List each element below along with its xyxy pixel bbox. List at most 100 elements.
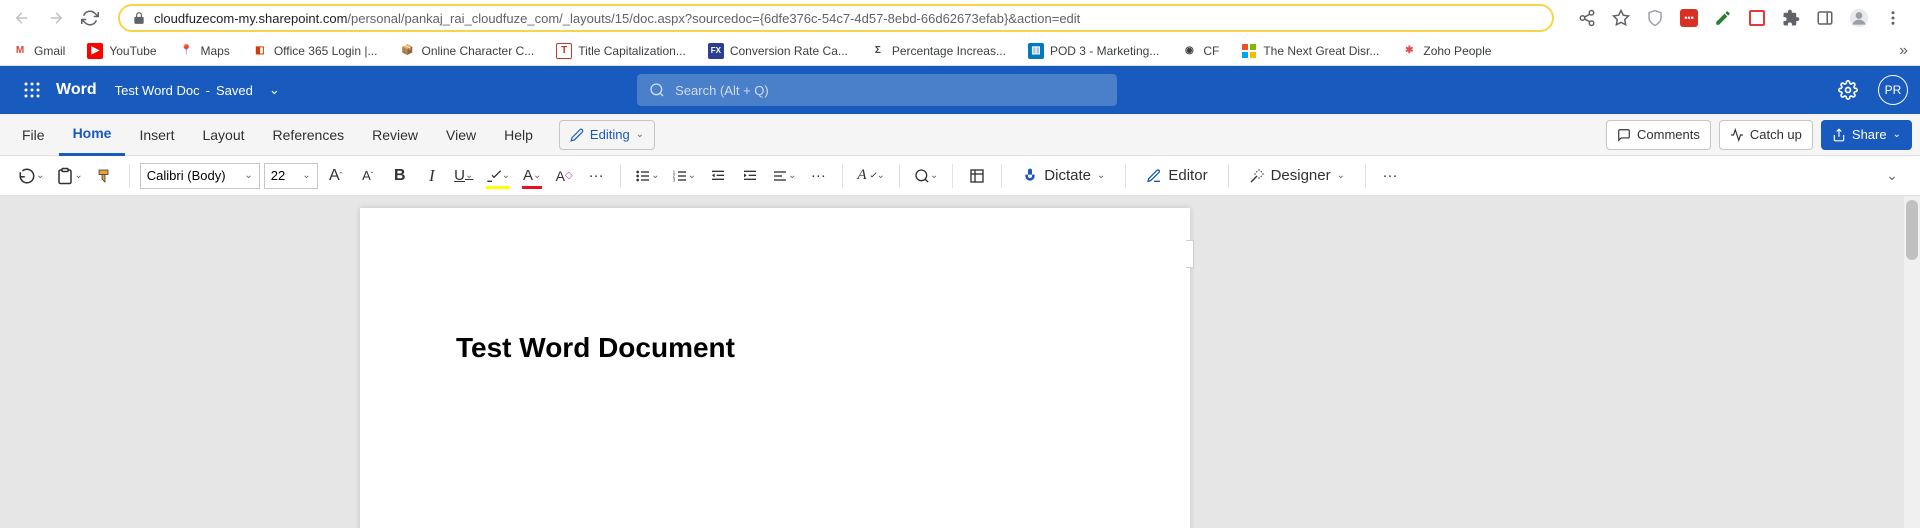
box-icon: 📦 [399,43,415,59]
bold-button[interactable]: B [386,161,414,191]
tab-view[interactable]: View [432,114,490,156]
settings-icon[interactable] [1832,74,1864,106]
chevron-down-icon: ⌄ [1893,129,1901,140]
dictate-button[interactable]: Dictate⌄ [1012,161,1115,191]
paste-button[interactable]: ⌄ [52,161,86,191]
extensions-icon[interactable] [1780,7,1802,29]
bookmark-conversion[interactable]: FXConversion Rate Ca... [708,43,848,59]
page-tab-handle[interactable] [1186,240,1194,268]
gmail-icon: M [12,43,28,59]
lock-icon [132,11,146,25]
align-button[interactable]: ⌄ [768,161,800,191]
tab-help[interactable]: Help [490,114,547,156]
bookmark-charactercount[interactable]: 📦 Online Character C... [399,43,534,59]
bookmark-label: Percentage Increas... [892,44,1006,58]
maps-icon: 📍 [179,43,195,59]
sidepanel-icon[interactable] [1814,7,1836,29]
underline-button[interactable]: U⌄ [450,161,478,191]
address-bar[interactable]: cloudfuzecom-my.sharepoint.com/personal/… [118,4,1554,32]
font-color-button[interactable]: A⌄ [518,161,546,191]
scrollbar-thumb[interactable] [1906,200,1918,260]
tab-home[interactable]: Home [59,114,126,156]
document-page[interactable]: Test Word Document [360,208,1190,528]
tab-file[interactable]: File [8,114,59,156]
bookmark-cf[interactable]: ◉ CF [1181,43,1219,59]
editing-mode-button[interactable]: Editing ⌄ [559,120,655,150]
bookmark-label: Online Character C... [421,44,534,58]
comments-button[interactable]: Comments [1606,120,1711,150]
separator [842,164,843,188]
share-button[interactable]: Share ⌄ [1821,120,1912,150]
grow-font-button[interactable]: Aˆ [322,161,350,191]
bookmark-percentage[interactable]: ΣPercentage Increas... [870,43,1006,59]
bookmark-titlecap[interactable]: TTitle Capitalization... [556,43,686,59]
catchup-button[interactable]: Catch up [1719,120,1813,150]
t-icon: T [556,43,572,59]
separator [952,164,953,188]
bookmark-label: CF [1203,44,1219,58]
more-commands-button[interactable]: ··· [1376,161,1404,191]
forward-button[interactable] [42,4,70,32]
separator [129,164,130,188]
cf-icon: ◉ [1181,43,1197,59]
avatar[interactable]: PR [1878,75,1908,105]
reload-button[interactable] [76,4,104,32]
youtube-icon: ▶ [87,43,103,59]
numbering-button[interactable]: 123⌄ [668,161,700,191]
bookmark-zoho[interactable]: ✱Zoho People [1401,43,1491,59]
shield-icon[interactable] [1644,7,1666,29]
profile-icon[interactable] [1848,7,1870,29]
vertical-scrollbar[interactable] [1904,196,1920,528]
more-font-button[interactable]: ··· [582,161,610,191]
ribbon-tabs: File Home Insert Layout References Revie… [0,114,1920,156]
app-launcher[interactable] [12,70,52,110]
separator [1125,164,1126,188]
editor-button[interactable]: Editor [1136,161,1217,191]
bookmarks-overflow[interactable]: » [1899,42,1908,60]
bullets-button[interactable]: ⌄ [631,161,663,191]
bookmark-youtube[interactable]: ▶YouTube [87,43,156,59]
styles-button[interactable]: A⌄ [853,161,889,191]
table-button[interactable] [963,161,991,191]
tab-review[interactable]: Review [358,114,432,156]
bookmark-office365[interactable]: ◧Office 365 Login |... [252,43,378,59]
separator [899,164,900,188]
menu-icon[interactable] [1882,7,1904,29]
url-text: cloudfuzecom-my.sharepoint.com/personal/… [154,11,1540,26]
tab-references[interactable]: References [259,114,359,156]
bookmark-nextgreat[interactable]: The Next Great Disr... [1241,43,1379,59]
tab-insert[interactable]: Insert [125,114,188,156]
increase-indent-button[interactable] [736,161,764,191]
ribbon-toolbar: ⌄ ⌄ Calibri (Body)⌄ 22⌄ Aˆ Aˇ B I U⌄ ⌄ A… [0,156,1920,196]
collapse-ribbon-button[interactable]: ⌄ [1878,161,1906,191]
back-button[interactable] [8,4,36,32]
fx-icon: FX [708,43,724,59]
font-name-select[interactable]: Calibri (Body)⌄ [140,163,260,189]
bookmark-maps[interactable]: 📍Maps [179,43,230,59]
app-name[interactable]: Word [56,81,97,99]
star-icon[interactable] [1610,7,1632,29]
shrink-font-button[interactable]: Aˇ [354,161,382,191]
clear-formatting-button[interactable]: A◇ [550,161,578,191]
tab-layout[interactable]: Layout [188,114,258,156]
italic-button[interactable]: I [418,161,446,191]
undo-button[interactable]: ⌄ [14,161,48,191]
ext-pen-icon[interactable] [1712,7,1734,29]
doc-title-group[interactable]: Test Word Doc - Saved ⌄ [115,82,280,98]
more-paragraph-button[interactable]: ··· [804,161,832,191]
find-button[interactable]: ⌄ [910,161,942,191]
search-box[interactable]: Search (Alt + Q) [637,74,1117,106]
bookmark-pod3[interactable]: ▥POD 3 - Marketing... [1028,43,1159,59]
ext-red-icon[interactable]: ••• [1678,7,1700,29]
decrease-indent-button[interactable] [704,161,732,191]
designer-button[interactable]: Designer⌄ [1239,161,1355,191]
share-page-icon[interactable] [1576,7,1598,29]
ext-box-icon[interactable] [1746,7,1768,29]
format-painter-button[interactable] [91,161,119,191]
bookmark-gmail[interactable]: MGmail [12,43,65,59]
trello-icon: ▥ [1028,43,1044,59]
document-heading[interactable]: Test Word Document [456,332,735,364]
font-size-select[interactable]: 22⌄ [264,163,318,189]
browser-nav-bar: cloudfuzecom-my.sharepoint.com/personal/… [0,0,1920,36]
highlight-button[interactable]: ⌄ [482,161,514,191]
